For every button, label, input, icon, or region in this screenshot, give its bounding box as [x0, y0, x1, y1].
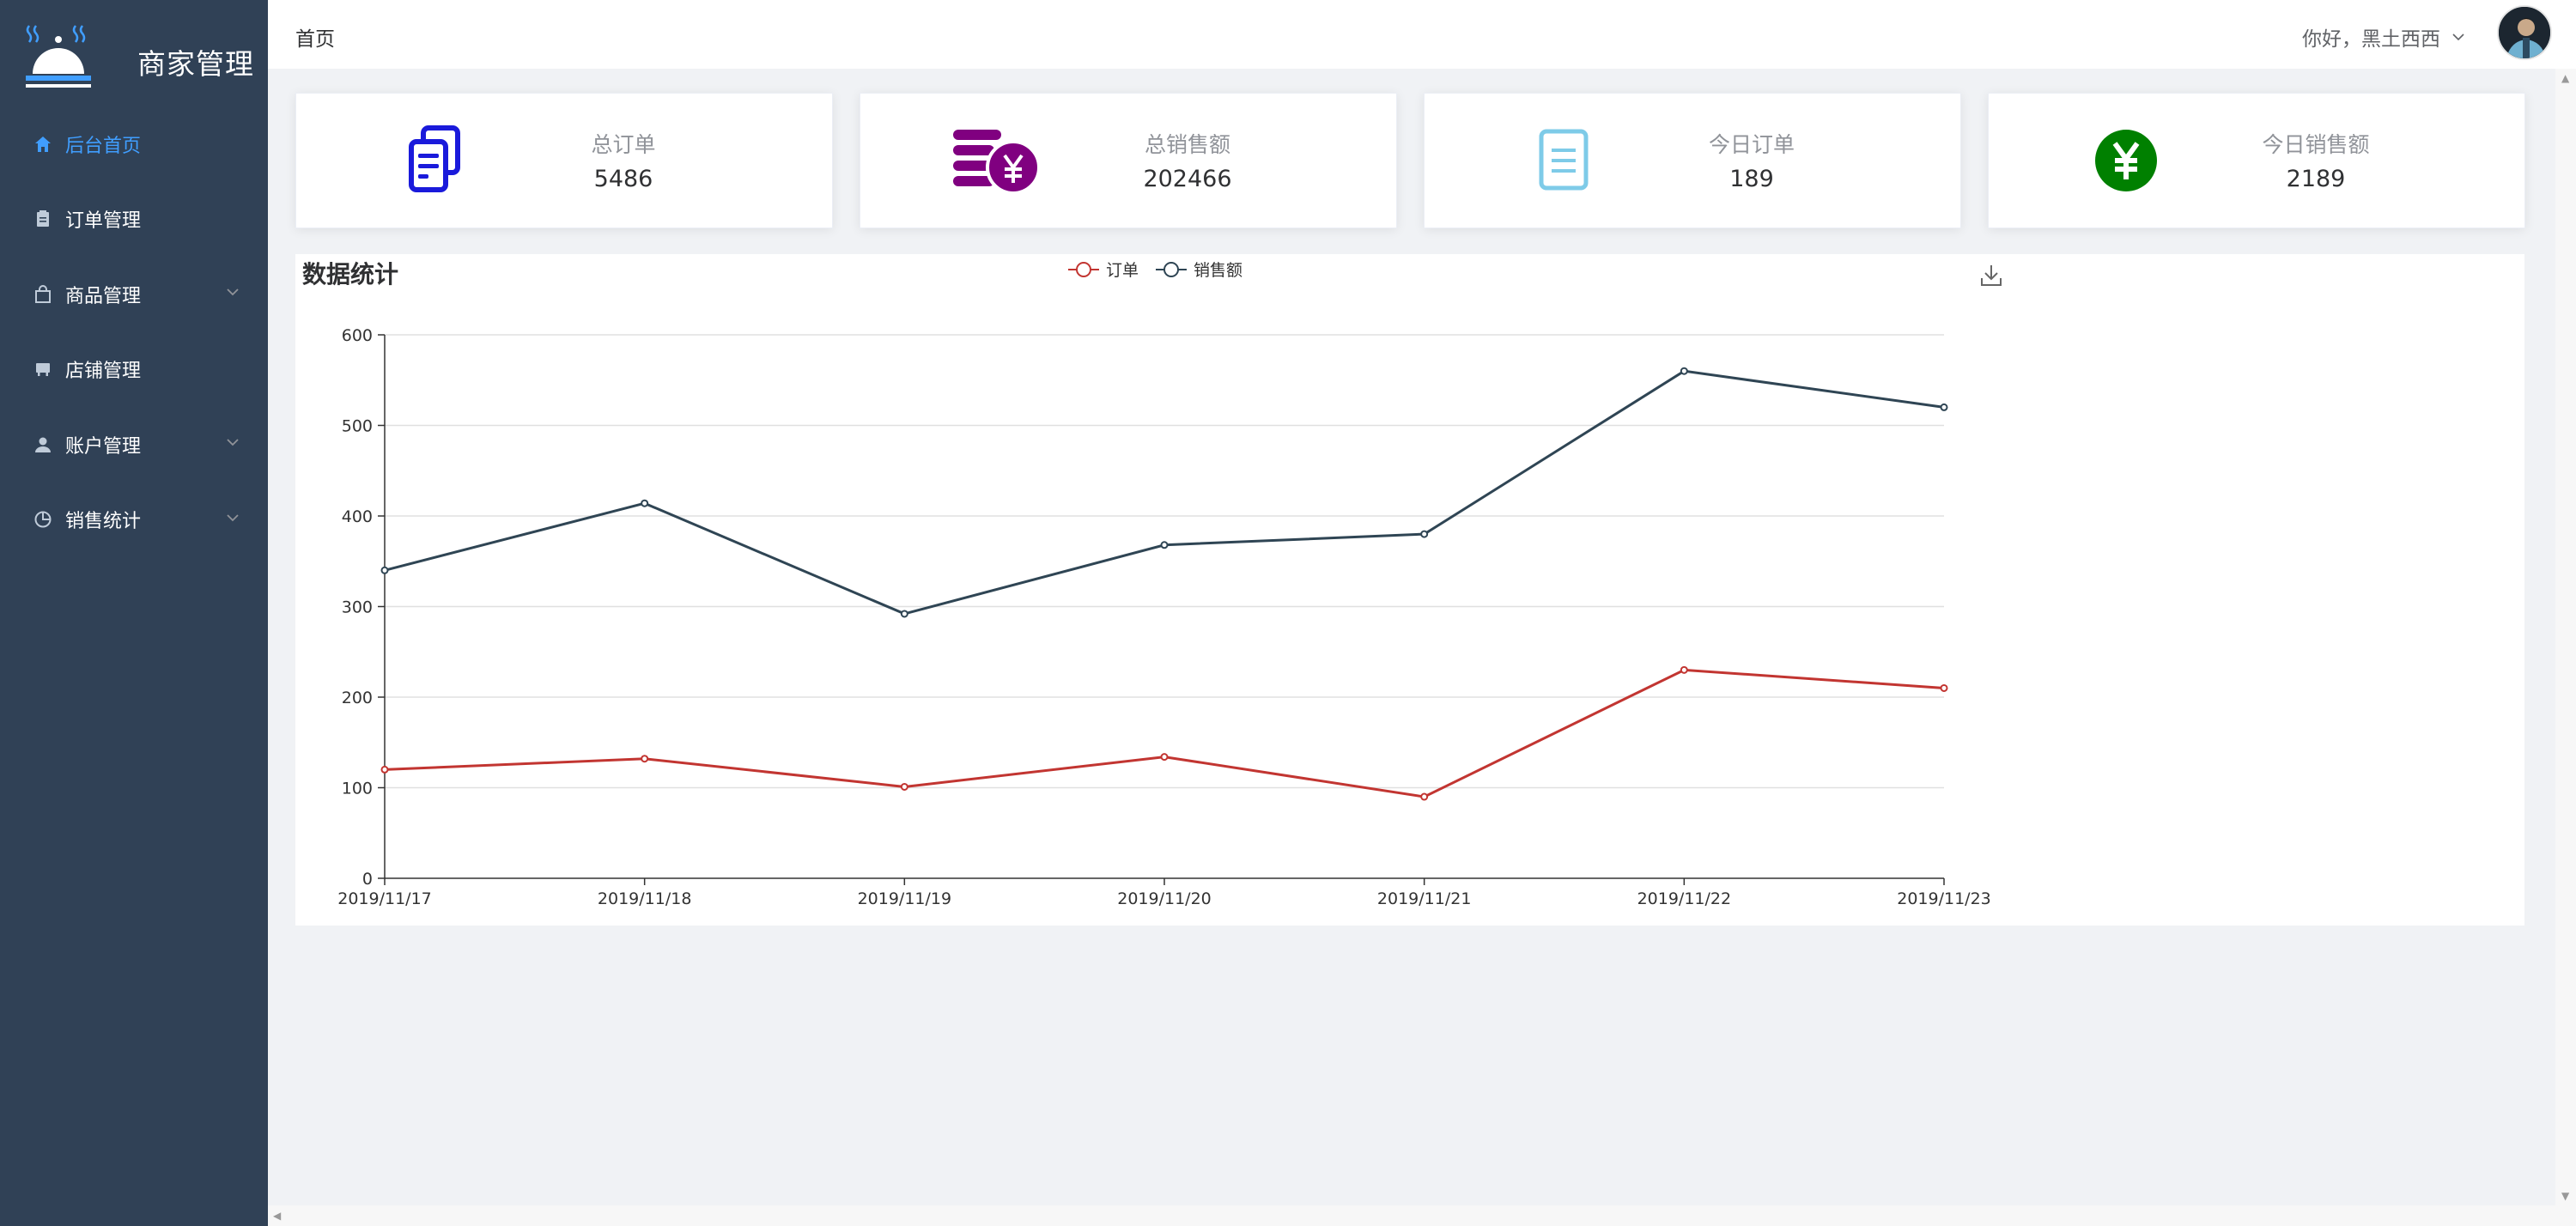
data-point-0 — [1420, 792, 1429, 801]
coins-yen-icon — [953, 130, 1041, 195]
user-menu[interactable]: 你好，黑土西西 — [2302, 22, 2466, 52]
scroll-down-icon[interactable]: ▼ — [2561, 1190, 2569, 1202]
chevron-down-icon — [227, 439, 239, 446]
logo: 商家管理 — [0, 0, 268, 103]
data-point-1 — [1420, 530, 1429, 538]
stat-card-total-sales: 总销售额 202466 — [860, 93, 1397, 228]
chart-legend: 订单 销售额 — [1068, 258, 1242, 281]
avatar[interactable] — [2497, 5, 2552, 60]
data-point-1 — [1940, 403, 1948, 411]
breadcrumb[interactable]: 首页 — [295, 22, 335, 52]
data-point-1 — [641, 499, 649, 507]
documents-icon — [409, 125, 460, 192]
y-tick-label: 300 — [342, 598, 373, 617]
top-header: 首页 你好，黑土西西 — [268, 0, 2576, 69]
sidebar-item-label: 账户管理 — [65, 435, 142, 458]
data-point-0 — [1160, 753, 1169, 762]
x-tick-label: 2019/11/23 — [1897, 889, 1991, 908]
stat-value: 202466 — [1143, 166, 1232, 192]
sidebar-item-label: 商品管理 — [65, 285, 142, 307]
sidebar: 商家管理 后台首页 订单管理 商品管理 店铺管理 账户管理 销售统计 — [0, 0, 268, 1226]
sidebar-item-orders[interactable]: 订单管理 — [0, 182, 268, 258]
user-icon — [33, 434, 53, 455]
legend-label: 销售额 — [1194, 261, 1243, 280]
data-point-1 — [1160, 541, 1169, 549]
sidebar-item-label: 订单管理 — [65, 210, 142, 233]
user-greeting: 你好，黑土西西 — [2302, 28, 2440, 51]
sidebar-item-label: 后台首页 — [65, 135, 142, 157]
stat-title: 总销售额 — [1144, 132, 1230, 157]
legend-item-orders[interactable]: 订单 — [1068, 258, 1139, 281]
scroll-up-icon[interactable]: ▲ — [2561, 72, 2569, 84]
stat-card-today-orders: 今日订单 189 — [1424, 93, 1961, 228]
sidebar-item-label: 销售统计 — [65, 511, 142, 533]
store-icon — [33, 359, 53, 379]
x-tick-label: 2019/11/20 — [1117, 889, 1212, 908]
stat-value: 2189 — [2286, 166, 2346, 192]
series-line-1 — [384, 369, 1945, 616]
legend-label: 订单 — [1106, 261, 1139, 280]
chevron-down-icon — [227, 513, 239, 521]
data-point-0 — [1940, 683, 1948, 692]
sidebar-item-sales-stats[interactable]: 销售统计 — [0, 483, 268, 558]
x-tick-label: 2019/11/18 — [598, 889, 692, 908]
yen-circle-icon — [2095, 130, 2157, 191]
stat-title: 今日销售额 — [2262, 132, 2370, 157]
food-cloche-icon — [26, 25, 91, 88]
legend-marker-sales — [1156, 261, 1188, 277]
y-tick-label: 400 — [342, 507, 373, 526]
chart-title: 数据统计 — [302, 260, 399, 288]
sidebar-item-label: 店铺管理 — [65, 361, 142, 383]
chart-panel: 0 100 200 300 400 500 600 2019/11/17 2019/11/18 2… — [295, 254, 2524, 926]
chevron-down-icon — [227, 288, 239, 296]
data-point-1 — [900, 610, 908, 618]
stat-card-today-sales: 今日销售额 2189 — [1988, 93, 2525, 228]
sidebar-item-account[interactable]: 账户管理 — [0, 407, 268, 483]
y-tick-label: 0 — [362, 870, 373, 889]
x-tick-label: 2019/11/17 — [337, 889, 432, 908]
x-tick-label: 2019/11/22 — [1637, 889, 1732, 908]
series-line-0 — [384, 668, 1945, 798]
scroll-left-icon[interactable]: ◀ — [273, 1210, 281, 1222]
stat-value: 5486 — [593, 166, 653, 192]
legend-item-sales[interactable]: 销售额 — [1156, 258, 1242, 281]
sidebar-item-home[interactable]: 后台首页 — [0, 106, 268, 182]
y-tick-label: 600 — [342, 326, 373, 345]
document-icon — [1539, 129, 1589, 191]
horizontal-scrollbar[interactable]: ◀ — [268, 1205, 2576, 1226]
stat-title: 今日订单 — [1708, 132, 1795, 157]
y-tick-label: 500 — [342, 417, 373, 436]
legend-marker-orders — [1068, 261, 1099, 277]
sidebar-item-products[interactable]: 商品管理 — [0, 257, 268, 332]
chevron-down-icon — [2452, 33, 2464, 41]
stat-card-total-orders: 总订单 5486 — [295, 93, 833, 228]
download-icon[interactable] — [1978, 263, 2004, 288]
home-icon — [33, 134, 53, 155]
data-point-0 — [641, 755, 649, 763]
data-point-1 — [380, 566, 389, 574]
app-title: 商家管理 — [137, 47, 254, 81]
stat-value: 189 — [1729, 166, 1774, 192]
y-tick-label: 200 — [342, 689, 373, 707]
data-point-1 — [1680, 367, 1688, 375]
vertical-scrollbar[interactable]: ▲ ▼ — [2555, 69, 2576, 1205]
x-tick-label: 2019/11/19 — [858, 889, 952, 908]
data-point-0 — [380, 765, 389, 774]
line-chart: 0 100 200 300 400 500 600 2019/11/17 2019/11/18 2… — [337, 326, 1991, 908]
x-tick-label: 2019/11/21 — [1377, 889, 1472, 908]
sidebar-item-store[interactable]: 店铺管理 — [0, 332, 268, 408]
data-point-0 — [900, 782, 908, 791]
pie-chart-icon — [33, 509, 53, 530]
stat-title: 总订单 — [591, 132, 656, 157]
shopping-bag-icon — [33, 284, 53, 305]
clipboard-icon — [33, 209, 53, 229]
y-tick-label: 100 — [342, 780, 373, 798]
sidebar-menu: 后台首页 订单管理 商品管理 店铺管理 账户管理 销售统计 — [0, 106, 268, 557]
data-point-0 — [1680, 665, 1688, 674]
